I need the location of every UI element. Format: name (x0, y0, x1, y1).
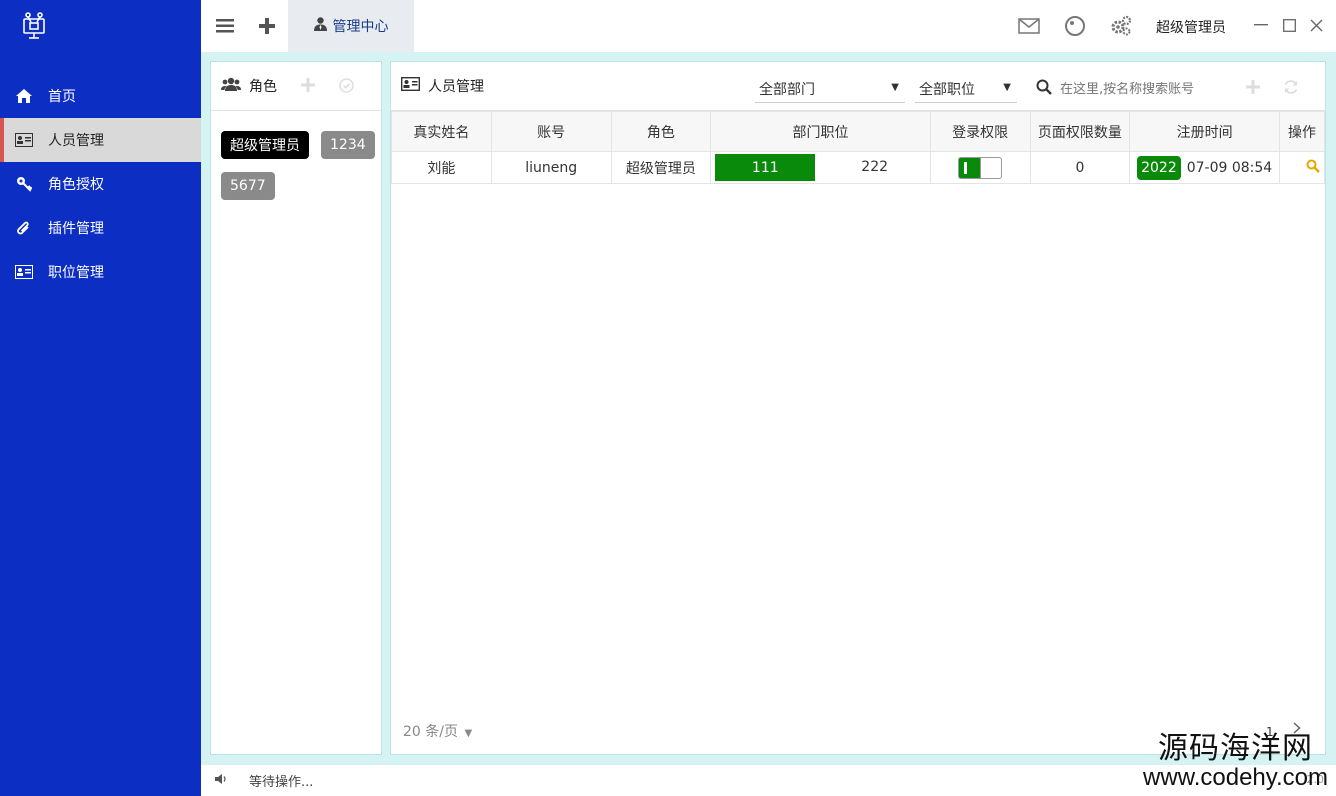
year-badge: 2022 (1137, 155, 1181, 180)
sidebar-item-users[interactable]: 人员管理 (0, 118, 201, 162)
search-box (1036, 75, 1226, 103)
watermark-line2: www.codehy.com (1143, 763, 1328, 791)
cell-actions (1279, 151, 1325, 184)
key-icon (14, 176, 34, 192)
table-header-row: 真实姓名 账号 角色 部门职位 登录权限 页面权限数量 注册时间 操作 (391, 111, 1325, 152)
search-detail-icon[interactable] (1306, 159, 1320, 177)
department-select-value: 全部部门 (759, 81, 815, 98)
mail-icon[interactable] (1017, 15, 1041, 37)
cell-login-permission (929, 151, 1031, 184)
add-role-icon[interactable] (301, 78, 315, 96)
cell-name: 刘能 (391, 151, 492, 184)
table-row[interactable]: 刘能 liuneng 超级管理员 111 222 0 2022 07-09 08… (391, 151, 1325, 184)
roles-panel: 角色 超级管理员 1234 5677 (210, 61, 382, 755)
col-header-name[interactable]: 真实姓名 (391, 111, 492, 152)
home-icon (14, 89, 34, 103)
caret-down-icon: ▼ (464, 728, 473, 739)
sidebar-item-role-auth[interactable]: 角色授权 (0, 162, 201, 206)
col-header-account[interactable]: 账号 (490, 111, 612, 152)
users-panel: 人员管理 全部部门 ▼ 全部职位 ▼ 在这里,按名称搜索账号 真实姓名 账号 角… (390, 61, 1326, 755)
caret-down-icon: ▼ (891, 82, 899, 93)
users-panel-header: 人员管理 全部部门 ▼ 全部职位 ▼ (391, 62, 1325, 111)
top-bar: 管理中心 超级管理员 (201, 0, 1336, 52)
sidebar-item-label: 职位管理 (48, 265, 104, 281)
page-size-select[interactable]: 20 条/页 ▼ (403, 721, 472, 741)
current-user-name[interactable]: 超级管理员 (1156, 17, 1226, 37)
col-header-role[interactable]: 角色 (610, 111, 712, 152)
department-badge: 111 (715, 154, 816, 181)
sidebar: 首页 人员管理 角色授权 插件管理 职位管理 (0, 0, 201, 796)
department-select[interactable]: 全部部门 ▼ (755, 75, 905, 103)
id-card-icon (14, 133, 34, 147)
col-header-actions: 操作 (1279, 111, 1325, 152)
sidebar-nav: 首页 人员管理 角色授权 插件管理 职位管理 (0, 74, 201, 294)
user-tie-icon (313, 17, 327, 35)
watermark-line1: 源码海洋网 (1158, 731, 1314, 767)
settings-gears-icon[interactable] (1109, 15, 1133, 37)
refresh-icon[interactable] (1283, 79, 1299, 99)
roles-panel-header: 角色 (211, 62, 381, 111)
users-table: 真实姓名 账号 角色 部门职位 登录权限 页面权限数量 注册时间 操作 刘能 l… (391, 111, 1325, 184)
tab-admin-center[interactable]: 管理中心 (288, 0, 414, 52)
check-circle-icon[interactable] (339, 78, 354, 97)
speaker-icon (215, 773, 227, 789)
cell-dept-position: 111 222 (710, 151, 931, 184)
paperclip-icon (14, 220, 34, 236)
roles-panel-title: 角色 (249, 79, 277, 95)
cell-role: 超级管理员 (610, 151, 712, 184)
sidebar-item-plugins[interactable]: 插件管理 (0, 206, 201, 250)
sidebar-item-home[interactable]: 首页 (0, 74, 201, 118)
col-header-dept-position[interactable]: 部门职位 (710, 111, 931, 152)
role-tag[interactable]: 5677 (221, 172, 275, 200)
caret-down-icon: ▼ (1003, 82, 1011, 93)
cell-account: liuneng (490, 151, 612, 184)
close-icon[interactable] (1307, 15, 1325, 35)
role-tag[interactable]: 1234 (321, 131, 375, 159)
watermark: 源码海洋网 www.codehy.com (1143, 733, 1328, 790)
position-select[interactable]: 全部职位 ▼ (915, 75, 1017, 103)
users-group-icon (221, 77, 241, 95)
col-header-page-perm-count[interactable]: 页面权限数量 (1029, 111, 1131, 152)
search-icon (1036, 79, 1052, 99)
tab-label: 管理中心 (332, 19, 389, 35)
app-logo-icon[interactable] (18, 10, 50, 42)
cell-reg-time: 2022 07-09 08:54 (1129, 151, 1281, 184)
position-value: 222 (861, 159, 889, 175)
theme-icon[interactable] (1063, 15, 1087, 37)
search-input[interactable] (1060, 81, 1220, 97)
status-message: 等待操作... (249, 775, 314, 790)
id-card-icon (14, 265, 34, 279)
col-header-login-permission[interactable]: 登录权限 (929, 111, 1031, 152)
sidebar-item-label: 角色授权 (48, 177, 104, 193)
sidebar-item-label: 人员管理 (48, 133, 104, 149)
login-permission-toggle[interactable] (958, 156, 1003, 179)
menu-icon[interactable] (213, 14, 237, 38)
users-panel-title: 人员管理 (428, 79, 484, 95)
toggle-on-mark (964, 161, 968, 174)
reg-time-rest: 07-09 08:54 (1186, 159, 1273, 176)
maximize-icon[interactable] (1280, 15, 1298, 35)
role-tag-super-admin[interactable]: 超级管理员 (221, 131, 309, 159)
add-user-icon[interactable] (1246, 80, 1260, 98)
page-size-label: 20 条/页 (403, 724, 458, 740)
sidebar-item-label: 插件管理 (48, 221, 104, 237)
position-select-value: 全部职位 (919, 81, 975, 98)
toggle-knob (980, 157, 1002, 178)
add-tab-icon[interactable] (255, 14, 279, 38)
cell-page-perm-count: 0 (1029, 151, 1131, 184)
col-header-reg-time[interactable]: 注册时间 (1129, 111, 1281, 152)
minimize-icon[interactable] (1252, 15, 1270, 35)
id-card-icon (400, 76, 421, 95)
sidebar-item-label: 首页 (48, 89, 76, 105)
content-area: 角色 超级管理员 1234 5677 人员管理 全部部门 ▼ 全部职位 ▼ 在这… (201, 52, 1336, 765)
sidebar-item-positions[interactable]: 职位管理 (0, 250, 201, 294)
